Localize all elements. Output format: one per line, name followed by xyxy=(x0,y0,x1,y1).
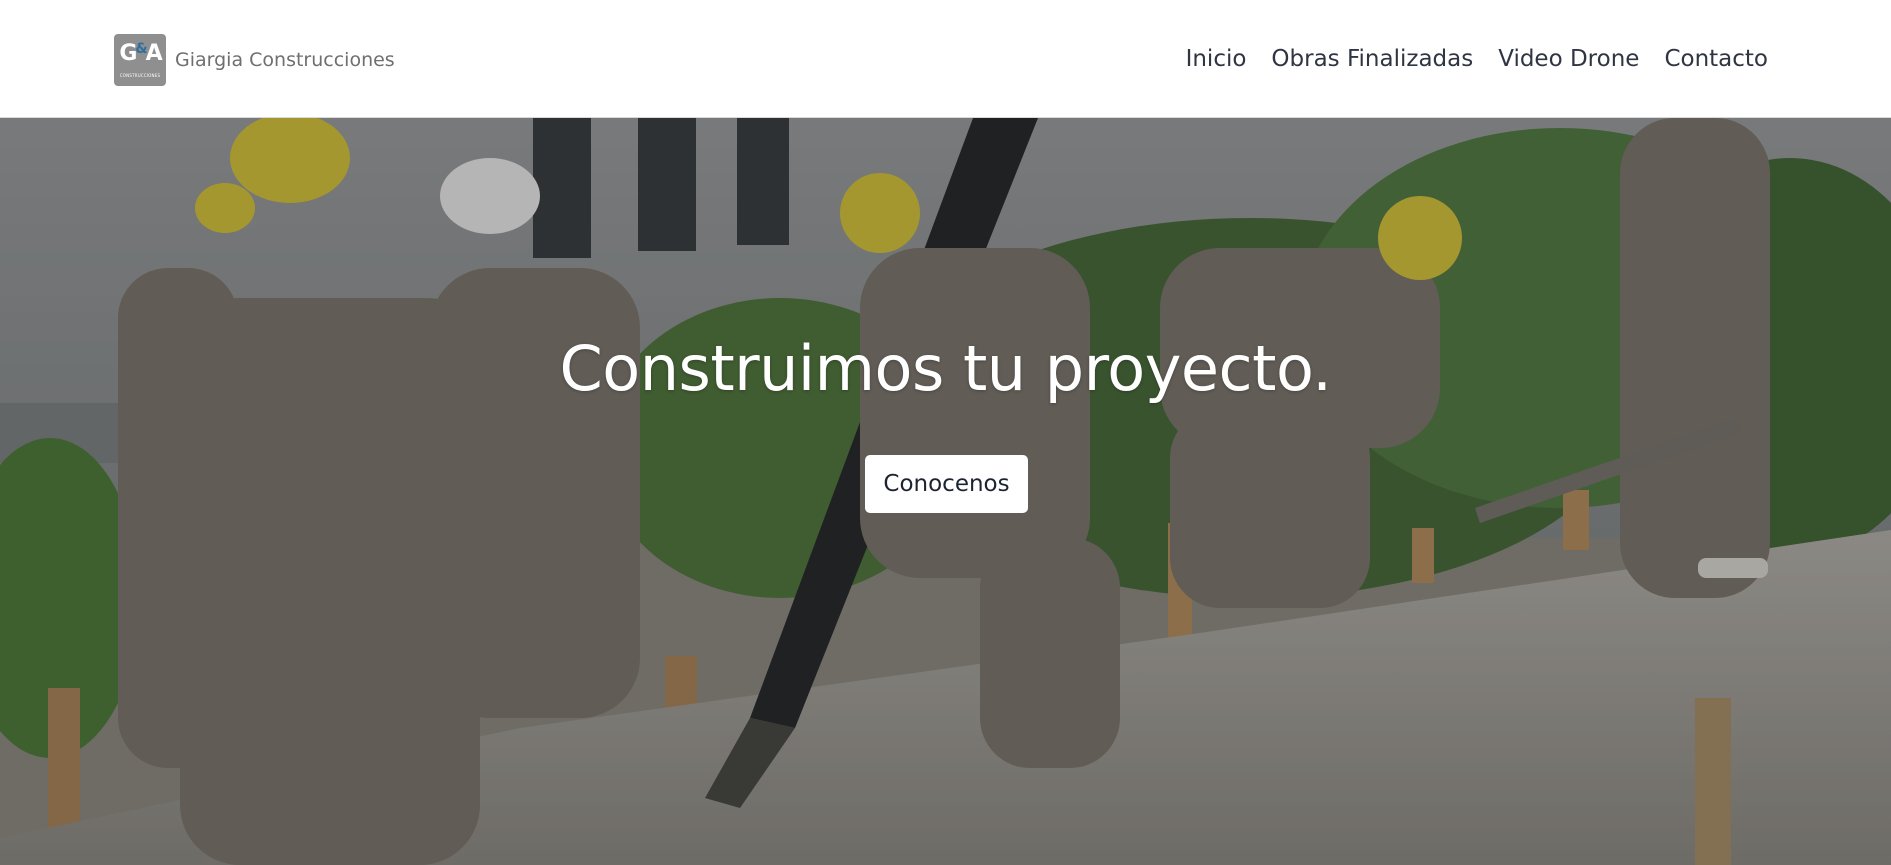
main-nav: Inicio Obras Finalizadas Video Drone Con… xyxy=(1186,34,1768,84)
brand-name: Giargia Construcciones xyxy=(175,49,395,71)
nav-item-video-drone[interactable]: Video Drone xyxy=(1498,46,1639,72)
logo-subtext: CONSTRUCCIONES xyxy=(119,73,161,78)
navbar: G&A CONSTRUCCIONES Giargia Construccione… xyxy=(0,0,1891,118)
hero-title: Construimos tu proyecto. xyxy=(559,332,1333,405)
hero-section: Construimos tu proyecto. Conocenos xyxy=(0,118,1891,865)
nav-item-contacto[interactable]: Contacto xyxy=(1664,46,1768,72)
brand-link[interactable]: G&A CONSTRUCCIONES Giargia Construccione… xyxy=(114,34,395,86)
conocenos-button[interactable]: Conocenos xyxy=(865,455,1028,513)
nav-item-obras-finalizadas[interactable]: Obras Finalizadas xyxy=(1271,46,1473,72)
company-logo: G&A CONSTRUCCIONES xyxy=(114,34,166,86)
logo-letters: G&A xyxy=(119,41,162,66)
nav-item-inicio[interactable]: Inicio xyxy=(1186,46,1247,72)
